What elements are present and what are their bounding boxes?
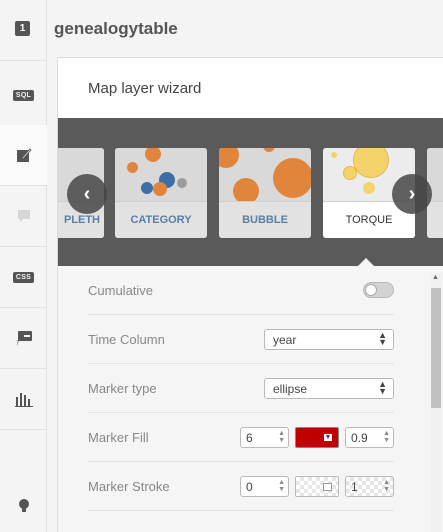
visualization-carousel: PLETH CATEGORY BUBBLE TORQUE ‹ › — [58, 118, 443, 266]
time-column-label: Time Column — [88, 331, 165, 347]
lightbulb-icon — [18, 498, 29, 512]
card-label: CATEGORY — [115, 201, 207, 238]
marker-stroke-opacity-input[interactable]: 1 ▲ ▼ — [345, 475, 394, 497]
tool-wizard[interactable] — [0, 125, 47, 186]
torque-options-form: Cumulative Time Column year ▲ ▼ Marker ty… — [58, 266, 443, 532]
row-marker-fill: Marker Fill 6 ▲ ▼ ▼ 0.9 ▲ ▼ — [88, 413, 394, 462]
sql-icon: SQL — [12, 89, 35, 101]
chevron-right-icon: › — [408, 182, 416, 205]
table-title: genealogytable — [54, 19, 178, 38]
cumulative-label: Cumulative — [88, 282, 154, 298]
carousel-prev-button[interactable]: ‹ — [67, 174, 107, 214]
spinner-icon: ▲ ▼ — [278, 429, 285, 444]
cumulative-toggle[interactable] — [363, 282, 394, 298]
bar-chart-icon — [14, 393, 33, 407]
row-marker-type: Marker type ellipse ▲ ▼ — [88, 364, 394, 413]
tool-legend[interactable]: ? — [0, 308, 47, 369]
marker-stroke-color-picker[interactable] — [295, 475, 339, 497]
row-cumulative: Cumulative — [88, 266, 394, 315]
panel-title: Map layer wizard — [88, 80, 202, 97]
marker-stroke-width-input[interactable]: 0 ▲ ▼ — [240, 475, 289, 497]
left-toolbar: 1 SQL CSS ? — [0, 0, 47, 532]
marker-fill-opacity-input[interactable]: 0.9 ▲ ▼ — [345, 426, 394, 448]
carousel-next-button[interactable]: › — [392, 174, 432, 214]
marker-type-label: Marker type — [88, 380, 157, 396]
marker-fill-color-picker[interactable]: ▼ — [295, 426, 339, 448]
tool-layer-number: 1 — [0, 0, 47, 61]
tool-tips[interactable] — [0, 475, 47, 532]
paintbrush-icon — [16, 148, 32, 162]
speech-bubble-icon — [17, 210, 30, 222]
time-column-select[interactable]: year ▲ ▼ — [264, 328, 394, 350]
spinner-icon: ▲ ▼ — [278, 478, 285, 493]
spinner-icon: ▲ ▼ — [383, 478, 390, 493]
select-arrows-icon: ▲ ▼ — [378, 329, 387, 347]
marker-fill-label: Marker Fill — [88, 429, 149, 445]
chevron-down-icon — [323, 482, 332, 491]
scrollbar-thumb[interactable] — [431, 288, 441, 408]
svg-text:?: ? — [16, 340, 19, 346]
card-bubble[interactable]: BUBBLE — [219, 148, 311, 238]
marker-fill-size-input[interactable]: 6 ▲ ▼ — [240, 426, 289, 448]
form-scrollbar[interactable]: ▲ — [431, 274, 441, 532]
chevron-down-icon: ▼ — [324, 433, 332, 441]
css-icon: CSS — [12, 271, 35, 283]
map-layer-wizard-panel: Map layer wizard PLETH CATEGORY BUBBLE T… — [57, 57, 443, 532]
tool-sql[interactable]: SQL — [0, 65, 47, 126]
chevron-left-icon: ‹ — [83, 182, 91, 205]
spinner-icon: ▲ ▼ — [383, 429, 390, 444]
card-category[interactable]: CATEGORY — [115, 148, 207, 238]
row-marker-stroke: Marker Stroke 0 ▲ ▼ 1 ▲ ▼ — [88, 462, 394, 511]
legend-icon: ? — [16, 331, 32, 346]
scroll-up-icon[interactable]: ▲ — [432, 274, 439, 281]
layer-number-badge: 1 — [15, 21, 30, 36]
marker-stroke-label: Marker Stroke — [88, 478, 170, 494]
tool-infowindow[interactable] — [0, 186, 47, 247]
tool-css[interactable]: CSS — [0, 247, 47, 308]
row-time-column: Time Column year ▲ ▼ — [88, 315, 394, 364]
card-label: BUBBLE — [219, 201, 311, 238]
select-arrows-icon: ▲ ▼ — [378, 378, 387, 396]
category-thumbnail — [115, 148, 207, 201]
bubble-thumbnail — [219, 148, 311, 204]
tool-widgets[interactable] — [0, 369, 47, 430]
marker-type-select[interactable]: ellipse ▲ ▼ — [264, 377, 394, 399]
